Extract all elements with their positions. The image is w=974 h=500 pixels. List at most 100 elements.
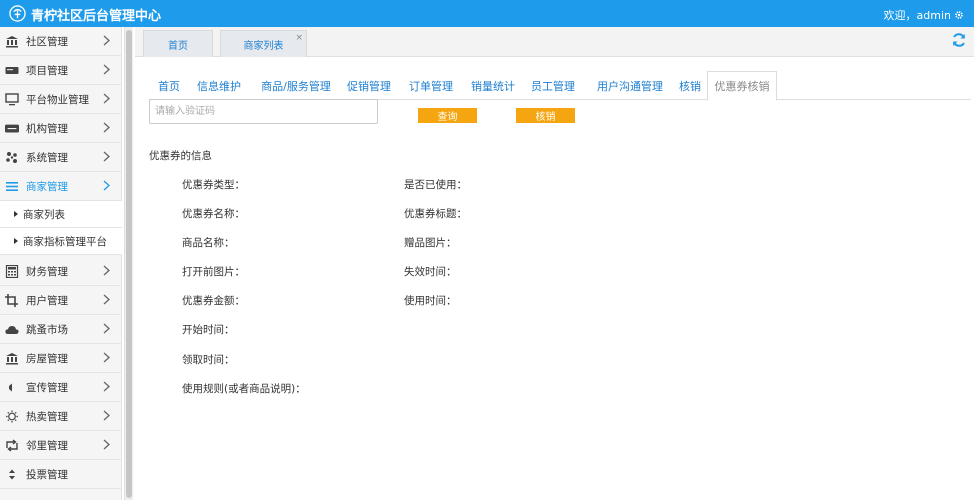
sidebar-item-neighbors[interactable]: 邻里管理	[0, 431, 122, 460]
chevron-right-icon	[103, 122, 110, 133]
coupon-info-title: 优惠券的信息	[149, 150, 212, 162]
sidebar-item-flea-market[interactable]: 跳蚤市场	[0, 315, 122, 344]
sidebar-item-label: 用户管理	[26, 294, 68, 307]
tab-merchant-list[interactable]: 商家列表 ×	[220, 30, 307, 57]
sidebar-item-publicity[interactable]: 宣传管理	[0, 373, 122, 402]
subnav-coupon-verify[interactable]: 优惠券核销	[707, 71, 777, 101]
welcome-text: 欢迎，admin	[883, 9, 951, 22]
sidebar-item-label: 财务管理	[26, 265, 68, 278]
chevron-right-icon	[103, 294, 110, 305]
sort-icon	[4, 467, 20, 481]
sidebar-item-label: 房屋管理	[26, 352, 68, 365]
yelp-icon	[4, 150, 20, 164]
use-time-label: 使用时间：	[404, 295, 457, 307]
sidebar-item-label: 投票管理	[26, 468, 68, 481]
sidebar-item-label: 项目管理	[26, 64, 68, 77]
verification-code-input[interactable]	[149, 99, 378, 124]
sidebar-subitem-label: 商家列表	[23, 208, 65, 221]
sidebar-item-label: 系统管理	[26, 151, 68, 164]
sidebar-item-housing[interactable]: 房屋管理	[0, 344, 122, 373]
expiry-time-label: 失效时间：	[404, 266, 457, 278]
sidebar-item-label: 跳蚤市场	[26, 323, 68, 336]
sidebar-item-voting[interactable]: 投票管理	[0, 460, 122, 489]
tab-home[interactable]: 首页	[143, 30, 213, 57]
subnav-orders[interactable]: 订单管理	[403, 71, 459, 100]
chevron-right-icon	[103, 93, 110, 104]
chevron-right-icon	[103, 381, 110, 392]
retweet-icon	[4, 438, 20, 452]
sun-icon	[4, 409, 20, 423]
subnav-home[interactable]: 首页	[149, 71, 189, 100]
chevron-right-icon	[103, 265, 110, 276]
tab-label: 首页	[168, 40, 188, 52]
is-used-label: 是否已使用：	[404, 179, 467, 191]
sidebar-item-label: 机构管理	[26, 122, 68, 135]
sidebar-item-property[interactable]: 平台物业管理	[0, 85, 122, 114]
page-tab-bar: 首页 商家列表 ×	[135, 27, 974, 57]
gear-icon[interactable]	[954, 10, 964, 20]
crop-icon	[4, 293, 20, 307]
list-icon	[4, 179, 20, 193]
sidebar-item-hot-sale[interactable]: 热卖管理	[0, 402, 122, 431]
monitor-icon	[4, 92, 20, 106]
sidebar-item-label: 商家管理	[26, 180, 68, 193]
user-menu[interactable]: 欢迎，admin	[884, 7, 964, 23]
start-time-label: 开始时间：	[182, 324, 235, 336]
sidebar-item-project[interactable]: 项目管理	[0, 56, 122, 85]
subnav-goods-service[interactable]: 商品/服务管理	[253, 71, 339, 100]
query-button[interactable]: 查询	[418, 108, 477, 123]
bank-icon	[4, 34, 20, 48]
chevron-right-icon	[103, 323, 110, 334]
sidebar-subitem-merchant-metrics[interactable]: 商家指标管理平台	[0, 228, 122, 255]
calculator-icon	[4, 264, 20, 278]
subnav-user-communication[interactable]: 用户沟通管理	[587, 71, 673, 100]
merchant-subnav: 首页 信息维护 商品/服务管理 促销管理 订单管理 销量统计 员工管理 用户沟通…	[149, 71, 971, 101]
sidebar-item-users[interactable]: 用户管理	[0, 286, 122, 315]
usage-rules-label: 使用规则(或者商品说明)：	[182, 383, 306, 395]
sidebar-item-system[interactable]: 系统管理	[0, 143, 122, 172]
coupon-type-label: 优惠券类型：	[182, 179, 245, 191]
sidebar-item-institution[interactable]: 机构管理	[0, 114, 122, 143]
chevron-right-icon	[103, 64, 110, 75]
sidebar-item-label: 宣传管理	[26, 381, 68, 394]
verify-button[interactable]: 核销	[516, 108, 575, 123]
subnav-staff[interactable]: 员工管理	[525, 71, 581, 100]
subnav-verify[interactable]: 核销	[673, 71, 707, 100]
sidebar-item-label: 热卖管理	[26, 410, 68, 423]
coupon-name-label: 优惠券名称：	[182, 208, 245, 220]
cloud-icon	[4, 322, 20, 336]
caret-right-icon	[14, 211, 18, 217]
sidebar-item-finance[interactable]: 财务管理	[0, 257, 122, 286]
gift-image-label: 赠品图片：	[404, 237, 457, 249]
chevron-right-icon	[103, 35, 110, 46]
scrollbar-thumb[interactable]	[126, 30, 132, 498]
sidebar-scrollbar[interactable]	[124, 27, 133, 500]
top-header: 青柠社区后台管理中心 欢迎，admin	[0, 0, 974, 27]
refresh-icon[interactable]	[951, 32, 967, 48]
chevron-right-icon	[103, 410, 110, 421]
tab-label: 商家列表	[243, 40, 284, 52]
claim-time-label: 领取时间：	[182, 354, 235, 366]
chevron-right-icon	[103, 439, 110, 450]
subnav-sales-stats[interactable]: 销量统计	[465, 71, 521, 100]
chevron-right-icon	[103, 151, 110, 162]
pre-open-image-label: 打开前图片：	[182, 266, 245, 278]
caret-right-icon	[14, 238, 18, 244]
sidebar-item-label: 平台物业管理	[26, 93, 89, 106]
app-title: 青柠社区后台管理中心	[31, 9, 162, 24]
subnav-promotion[interactable]: 促销管理	[341, 71, 397, 100]
sidebar-item-merchant[interactable]: 商家管理	[0, 172, 122, 201]
sidebar-item-label: 社区管理	[26, 35, 68, 48]
coupon-title-label: 优惠券标题：	[404, 208, 467, 220]
product-name-label: 商品名称：	[182, 237, 235, 249]
subnav-info[interactable]: 信息维护	[191, 71, 247, 100]
sidebar-item-community[interactable]: 社区管理	[0, 27, 122, 56]
stripe-icon	[4, 121, 20, 135]
bank-icon	[4, 351, 20, 365]
close-icon[interactable]: ×	[295, 34, 303, 43]
sidebar-subitem-merchant-list[interactable]: 商家列表	[0, 201, 122, 228]
sidebar: 社区管理 项目管理 平台物业管理 机构管理 系统管理 商家管理 商家列表 商家指…	[0, 27, 122, 500]
volume-icon	[4, 380, 20, 394]
sidebar-item-label: 邻里管理	[26, 439, 68, 452]
chevron-right-icon	[103, 352, 110, 363]
